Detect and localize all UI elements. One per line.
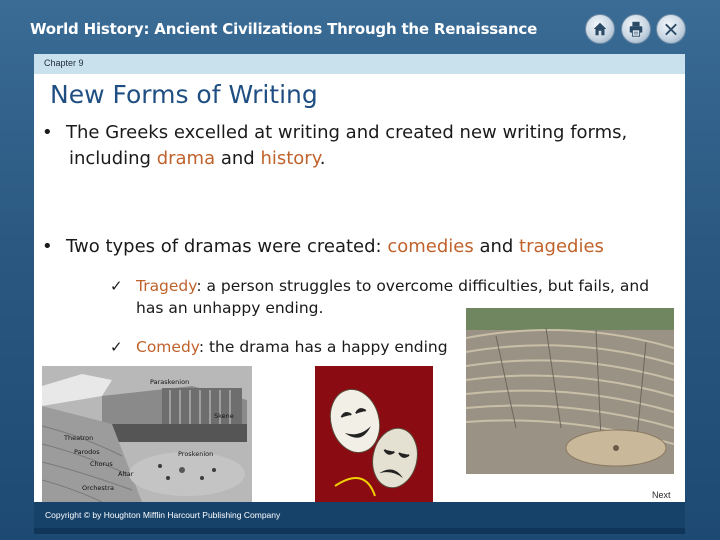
greek-theater-image: Skene Paraskenion Theatron Parodos Prosk… [42, 366, 252, 502]
highlight-drama: drama [156, 148, 216, 169]
home-icon [593, 22, 607, 36]
page-edge [34, 528, 685, 534]
slide-content: New Forms of Writing • The Greeks excelle… [34, 74, 685, 502]
footer-bar: Copyright © by Houghton Mifflin Harcourt… [34, 502, 685, 528]
label-theatron: Theatron [63, 434, 93, 442]
bullet-drama-types: • Two types of dramas were created: comed… [42, 234, 682, 260]
bullet2-text-b: and [473, 236, 520, 257]
bullet-dot: • [42, 122, 53, 143]
highlight-tragedy: Tragedy [136, 277, 197, 295]
close-icon [665, 23, 677, 36]
print-button[interactable] [621, 14, 651, 44]
label-paraskenion: Paraskenion [150, 378, 189, 386]
label-chorus: Chorus [90, 460, 113, 468]
bullet-greeks-writing: • The Greeks excelled at writing and crea… [42, 120, 682, 172]
bullet2-text-a: Two types of dramas were created: [66, 236, 388, 257]
bullet1-text-c: and [215, 148, 261, 169]
drama-masks-image [315, 366, 433, 502]
checkmark-icon: ✓ [110, 277, 123, 295]
label-orchestra: Orchestra [82, 484, 114, 492]
bullet1-text-d: . [319, 148, 326, 169]
highlight-comedies: comedies [387, 236, 474, 257]
copyright-text: Copyright © by Houghton Mifflin Harcourt… [45, 510, 281, 520]
course-title: World History: Ancient Civilizations Thr… [30, 20, 538, 38]
highlight-history: history [260, 148, 320, 169]
label-altar: Altar [118, 470, 134, 478]
slide-title: New Forms of Writing [50, 80, 318, 109]
amphitheater-drawing [466, 308, 674, 474]
chapter-strip: Chapter 9 [34, 54, 685, 74]
greek-theater-drawing: Skene Paraskenion Theatron Parodos Prosk… [42, 366, 252, 502]
highlight-comedy: Comedy [136, 338, 199, 356]
label-skene: Skene [214, 412, 234, 420]
drama-masks-drawing [315, 366, 433, 502]
bullet-dot: • [42, 236, 53, 257]
top-bar: World History: Ancient Civilizations Thr… [0, 0, 720, 52]
bullet1-text-b: including [69, 148, 157, 169]
exit-button[interactable] [656, 14, 686, 44]
sub2-text-a: : the drama has a happy ending [198, 338, 448, 356]
highlight-tragedies: tragedies [519, 236, 604, 257]
home-button[interactable] [585, 14, 615, 44]
label-proskenion: Proskenion [178, 450, 213, 458]
bullet1-text-a: The Greeks excelled at writing and creat… [66, 122, 628, 143]
label-parodos: Parodos [74, 448, 100, 456]
sub1-text-a: : a person struggles to overcome difficu… [196, 277, 650, 295]
checkmark-icon: ✓ [110, 338, 123, 356]
amphitheater-image [466, 308, 674, 474]
slide-frame: World History: Ancient Civilizations Thr… [0, 0, 720, 540]
printer-icon [629, 21, 643, 37]
next-link[interactable]: Next [652, 490, 671, 500]
chapter-label: Chapter 9 [44, 58, 84, 68]
